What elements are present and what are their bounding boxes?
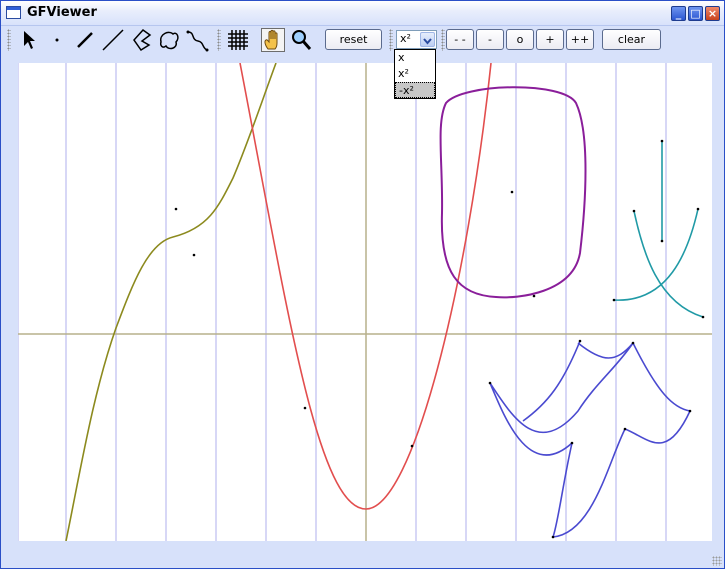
- grid-icon: [228, 30, 248, 50]
- close-button[interactable]: ×: [705, 6, 720, 21]
- line-tool[interactable]: [101, 28, 125, 52]
- magnifier-icon: [292, 30, 312, 50]
- dropdown-option[interactable]: x: [395, 50, 435, 66]
- zoom-reset-button[interactable]: o: [506, 29, 534, 50]
- closed-curve-tool[interactable]: [157, 28, 181, 52]
- zoom-out-button[interactable]: -: [476, 29, 504, 50]
- reset-button[interactable]: reset: [325, 29, 382, 50]
- segment-tool[interactable]: [73, 28, 97, 52]
- dropdown-option-selected[interactable]: -x²: [395, 82, 435, 98]
- zoom-in-button[interactable]: +: [536, 29, 564, 50]
- maximize-button[interactable]: □: [688, 6, 703, 21]
- control-points: [174, 139, 705, 539]
- chevron-down-icon[interactable]: [420, 32, 435, 47]
- blue-curves: [489, 340, 691, 538]
- toolbar: reset x² - - - o + ++ clear: [5, 27, 721, 55]
- toolbar-grip[interactable]: [441, 29, 445, 51]
- point-icon: [55, 38, 59, 42]
- title-bar[interactable]: GFViewer _ □ ×: [1, 1, 724, 26]
- status-bar: [1, 543, 724, 568]
- segment-icon: [77, 32, 93, 48]
- line-icon: [102, 29, 124, 51]
- minimize-button[interactable]: _: [671, 6, 686, 21]
- open-curve-tool[interactable]: [185, 28, 209, 52]
- zoom-in-more-button[interactable]: ++: [566, 29, 594, 50]
- resize-grip[interactable]: [712, 556, 722, 566]
- teal-curves: [613, 141, 704, 318]
- clear-button[interactable]: clear: [602, 29, 661, 50]
- toolbar-grip[interactable]: [217, 29, 221, 51]
- polygon-tool[interactable]: [129, 28, 153, 52]
- grid-toggle[interactable]: [226, 28, 250, 52]
- app-window: GFViewer _ □ × reset x² - - - o + ++ cle…: [0, 0, 725, 569]
- zoom-out-more-button[interactable]: - -: [446, 29, 474, 50]
- dropdown-option[interactable]: x²: [395, 66, 435, 82]
- drawing-canvas[interactable]: [18, 63, 712, 541]
- cubic-curve: [65, 63, 277, 541]
- pointer-tool[interactable]: [17, 28, 41, 52]
- function-dropdown: x x² -x²: [394, 49, 436, 99]
- open-curve-icon: [186, 30, 209, 52]
- closed-curve-icon: [160, 31, 179, 50]
- function-select-value: x²: [400, 32, 411, 45]
- window-icon: [6, 6, 21, 19]
- window-title: GFViewer: [27, 5, 97, 20]
- point-tool[interactable]: [45, 28, 69, 52]
- arrow-cursor-icon: [24, 31, 35, 49]
- pan-tool[interactable]: [261, 28, 285, 52]
- toolbar-grip[interactable]: [7, 29, 11, 51]
- polygon-icon: [133, 29, 152, 52]
- hand-icon: [264, 29, 278, 50]
- toolbar-grip[interactable]: [389, 29, 393, 51]
- drawing-svg[interactable]: [18, 63, 712, 541]
- grid-lines: [18, 63, 667, 541]
- zoom-tool[interactable]: [289, 28, 313, 52]
- function-select[interactable]: x²: [396, 30, 437, 49]
